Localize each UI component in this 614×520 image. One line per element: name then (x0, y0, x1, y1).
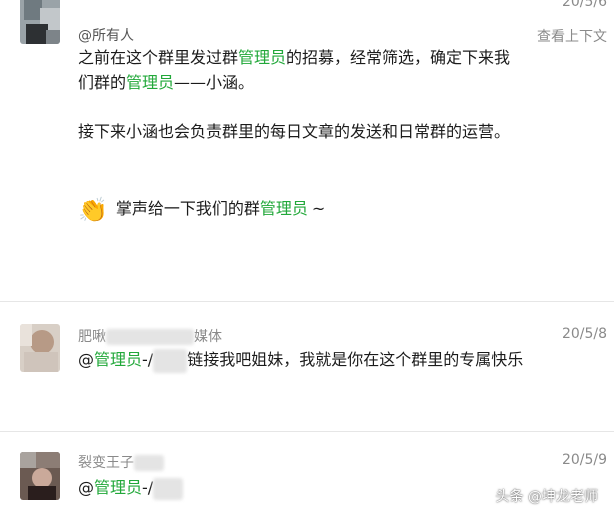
message-3: 裂变王子 20/5/9 @管理员-/ (0, 432, 614, 520)
message-date: 20/5/9 (561, 452, 607, 468)
text-segment: 掌声给一下我们的群 (115, 199, 260, 218)
admin-mention-highlight: 管理员 (259, 199, 308, 218)
redacted-sender-name (134, 455, 164, 471)
sender-name: 肥啾 媒体 (78, 326, 222, 346)
mention-dash: -/ (142, 350, 154, 369)
avatar-image (20, 324, 60, 372)
text-segment: ——小涵。 (174, 73, 255, 92)
avatar[interactable] (20, 0, 60, 44)
text-segment: 之前在这个群里发过群 (78, 48, 239, 67)
message-paragraph: 👏 掌声给一下我们的群管理员 ~ (78, 194, 518, 225)
admin-mention-highlight[interactable]: 管理员 (94, 478, 142, 497)
message-paragraph: @管理员-/ (78, 475, 518, 500)
avatar-image (20, 0, 60, 44)
message-paragraph: 之前在这个群里发过群管理员的招募，经常筛选，确定下来我们群的管理员——小涵。 (78, 45, 518, 95)
sender-name-suffix: 媒体 (194, 329, 222, 345)
mention-dash: -/ (142, 478, 154, 497)
redacted-mention-name (153, 348, 188, 373)
avatar-image (20, 452, 60, 500)
avatar[interactable] (20, 324, 60, 372)
text-segment: 接下来小涵也会负责群里的每日文章的发送和日常群的运营。 (78, 122, 511, 141)
redacted-mention-name (153, 477, 184, 500)
message-date: 20/5/8 (561, 326, 607, 342)
chat-history-page: @所有人 20/5/6 查看上下文 之前在这个群里发过群管理员的招募，经常筛选，… (0, 0, 614, 520)
sender-name-prefix: 肥啾 (78, 329, 106, 345)
mention-all[interactable]: @所有人 (78, 25, 134, 45)
admin-mention-highlight: 管理员 (126, 73, 175, 92)
admin-mention-highlight: 管理员 (238, 48, 287, 67)
avatar[interactable] (20, 452, 60, 500)
sender-name: 裂变王子 (78, 452, 164, 472)
redacted-sender-name (106, 329, 194, 345)
watermark: 头条 @坤龙老师 (495, 489, 598, 505)
at-symbol: @ (78, 478, 94, 497)
text-segment: ~ (311, 199, 326, 218)
text-segment: 链接我吧姐妹，我就是你在这个群里的专属快乐 (187, 350, 524, 369)
admin-mention-highlight[interactable]: 管理员 (94, 350, 142, 369)
at-symbol: @ (78, 350, 94, 369)
sender-name-prefix: 裂变王子 (78, 455, 134, 471)
message-date: 20/5/6 (561, 0, 607, 10)
message-paragraph: 接下来小涵也会负责群里的每日文章的发送和日常群的运营。 (78, 119, 518, 144)
view-context-link[interactable]: 查看上下文 (537, 26, 607, 46)
message-paragraph: @管理员-/ 链接我吧姐妹，我就是你在这个群里的专属快乐 (78, 347, 528, 373)
clapping-hands-icon: 👏 (78, 195, 108, 224)
message-1: @所有人 20/5/6 查看上下文 之前在这个群里发过群管理员的招募，经常筛选，… (0, 0, 614, 300)
message-2: 肥啾 媒体 20/5/8 @管理员-/ 链接我吧姐妹，我就是你在这个群里的专属快乐 (0, 302, 614, 420)
